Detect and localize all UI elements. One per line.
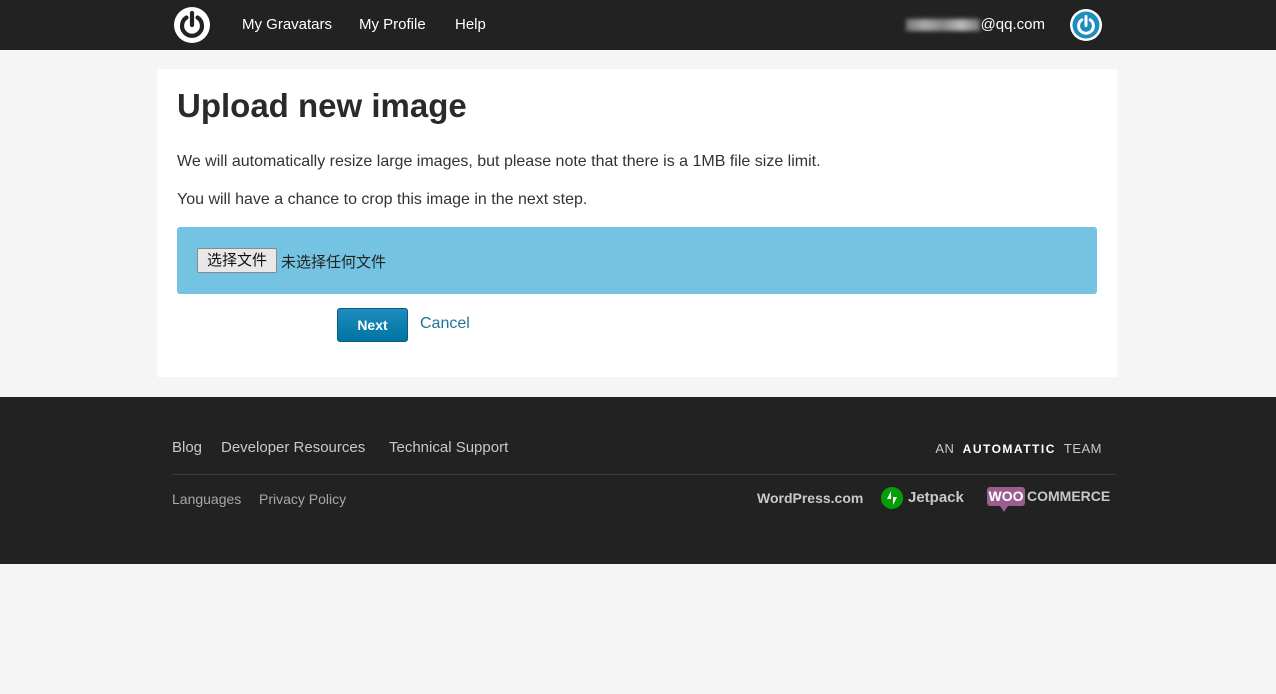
top-nav-bar: My Gravatars My Profile Help @qq.com xyxy=(0,0,1276,50)
choose-file-button[interactable]: 选择文件 xyxy=(197,248,277,273)
footer-link-blog[interactable]: Blog xyxy=(172,439,202,456)
automattic-team-link[interactable]: AN AUTOMATTIC TEAM xyxy=(935,441,1102,456)
nav-my-profile[interactable]: My Profile xyxy=(359,16,426,33)
automattic-brand: AUTOMATTIC xyxy=(962,442,1056,456)
file-upload-box: 选择文件 未选择任何文件 xyxy=(177,227,1097,294)
automattic-prefix: AN xyxy=(935,441,955,456)
footer-link-technical-support[interactable]: Technical Support xyxy=(389,439,508,456)
email-domain: @qq.com xyxy=(980,16,1045,33)
cancel-link[interactable]: Cancel xyxy=(420,315,470,333)
crop-notice: You will have a chance to crop this imag… xyxy=(177,191,588,208)
jetpack-label: Jetpack xyxy=(908,489,964,506)
wordpress-com-logo[interactable]: WordPress.com xyxy=(757,490,863,506)
nav-help[interactable]: Help xyxy=(455,16,486,33)
redacted-email-name xyxy=(905,19,980,32)
resize-notice: We will automatically resize large image… xyxy=(177,153,821,170)
next-button[interactable]: Next xyxy=(337,308,408,342)
woo-commerce-label: COMMERCE xyxy=(1027,488,1111,504)
woo-badge: WOO xyxy=(987,487,1025,512)
footer-divider xyxy=(172,474,1116,475)
file-status-text: 未选择任何文件 xyxy=(281,253,387,271)
account-email[interactable]: @qq.com xyxy=(905,16,1045,33)
footer: Blog Developer Resources Technical Suppo… xyxy=(0,397,1276,564)
footer-link-developer-resources[interactable]: Developer Resources xyxy=(221,439,365,456)
user-avatar[interactable] xyxy=(1070,9,1102,41)
footer-link-languages[interactable]: Languages xyxy=(172,491,241,507)
jetpack-bolt-icon xyxy=(881,487,903,509)
gravatar-logo-icon[interactable] xyxy=(174,7,210,43)
upload-card: Upload new image We will automatically r… xyxy=(157,69,1117,377)
footer-link-privacy-policy[interactable]: Privacy Policy xyxy=(259,491,346,507)
automattic-suffix: TEAM xyxy=(1063,441,1102,456)
power-icon xyxy=(179,10,205,38)
page-title: Upload new image xyxy=(177,87,467,124)
nav-my-gravatars[interactable]: My Gravatars xyxy=(242,16,332,33)
avatar-gravatar-icon xyxy=(1072,11,1100,39)
